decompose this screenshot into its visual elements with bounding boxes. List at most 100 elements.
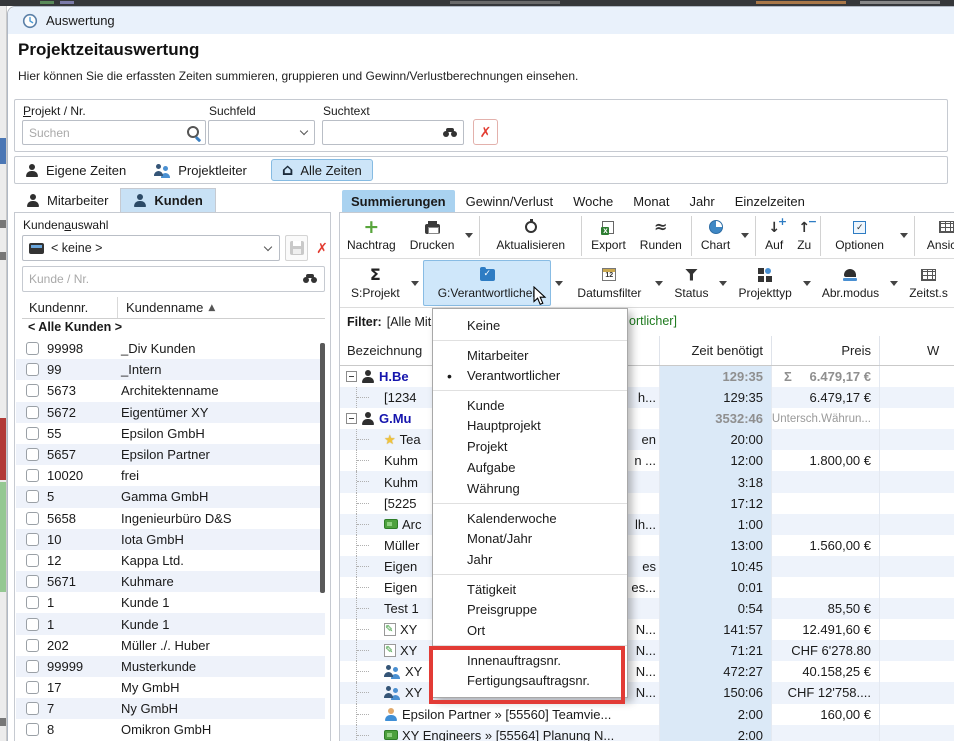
suchfeld-value[interactable] [209,126,300,140]
suchfeld-combobox[interactable] [208,120,315,145]
table-row[interactable]: Epsilon Partner » [55560] Teamvie... 2:0… [340,704,954,725]
customer-checkbox[interactable] [26,427,39,440]
tab-summierungen[interactable]: Summierungen [342,190,455,213]
customer-checkbox[interactable] [26,533,39,546]
customer-checkbox[interactable] [26,448,39,461]
customer-row[interactable]: 1 Kunde 1 [16,613,325,634]
export-button[interactable]: Export [584,215,633,257]
menu-item[interactable]: • Kunde [433,390,627,415]
scope-tab-projektleiter[interactable]: Projektleiter [154,163,247,178]
customer-row[interactable]: 5672 Eigentümer XY [16,402,325,423]
customer-checkbox[interactable] [26,681,39,694]
customer-row[interactable]: 5658 Ingenieurbüro D&S [16,508,325,529]
project-search-input[interactable] [23,126,186,140]
status-dropdown-arrow[interactable] [719,281,727,286]
projekttyp-button[interactable]: Projekttyp [731,262,798,304]
menu-item[interactable]: • Währung [433,478,627,499]
customer-row[interactable]: 8 Omikron GmbH [16,719,325,740]
projekttyp-dropdown-arrow[interactable] [803,281,811,286]
chart-dropdown-arrow[interactable] [741,233,749,238]
runden-button[interactable]: Runden [633,215,689,257]
optionen-button[interactable]: Optionen [823,215,896,257]
customer-row[interactable]: 10020 frei [16,465,325,486]
sum-projekt-dropdown-arrow[interactable] [411,281,419,286]
scope-tab-alle-zeiten[interactable]: Alle Zeiten [271,159,373,181]
customer-checkbox[interactable] [26,406,39,419]
optionen-dropdown-arrow[interactable] [900,233,908,238]
customer-checkbox[interactable] [26,618,39,631]
titlebar[interactable]: Auswertung [8,7,954,34]
customer-checkbox[interactable] [26,342,39,355]
customer-row[interactable]: 5657 Epsilon Partner [16,444,325,465]
customer-row[interactable]: 1 Kunde 1 [16,592,325,613]
customer-row[interactable]: 12 Kappa Ltd. [16,550,325,571]
column-w[interactable]: W [879,336,954,365]
save-selection-button[interactable] [285,235,308,261]
binoculars-icon[interactable] [443,128,458,138]
tab-monat[interactable]: Monat [624,190,678,213]
datumsfilter-button[interactable]: Datumsfilter [567,262,651,304]
menu-item[interactable]: • Keine [433,315,627,336]
customer-list-scrollbar[interactable] [320,343,325,593]
abrmodus-dropdown-arrow[interactable] [890,281,898,286]
chart-button[interactable]: Chart [694,215,737,257]
menu-item[interactable]: • Fertigungsauftragsnr. [433,670,627,691]
chevron-down-icon[interactable] [300,128,309,137]
tab-kunden[interactable]: Kunden [120,188,215,213]
customer-checkbox[interactable] [26,723,39,736]
customer-row[interactable]: 99998 _Div Kunden [16,338,325,359]
menu-item[interactable]: • Projekt [433,436,627,457]
menu-item[interactable]: • Jahr [433,549,627,570]
customer-checkbox[interactable] [26,384,39,397]
menu-item[interactable]: • Hauptprojekt [433,415,627,436]
customer-row[interactable]: 5673 Architektenname [16,380,325,401]
menu-item[interactable]: • Preisgruppe [433,599,627,620]
menu-item[interactable]: • Verantwortlicher [433,365,627,386]
drucken-dropdown-arrow[interactable] [465,233,473,238]
binoculars-icon[interactable] [303,274,318,284]
customer-row[interactable]: 5671 Kuhmare [16,571,325,592]
customer-checkbox[interactable] [26,639,39,652]
customer-row[interactable]: 99 _Intern [16,359,325,380]
column-kundenname[interactable]: Kundenname ▲ [118,300,215,315]
customer-checkbox[interactable] [26,660,39,673]
tab-mitarbeiter[interactable]: Mitarbeiter [14,189,120,213]
datumsfilter-dropdown-arrow[interactable] [655,281,663,286]
drucken-button[interactable]: Drucken [403,215,462,257]
nachtrag-button[interactable]: Nachtrag [340,215,403,257]
all-customers-row[interactable]: < Alle Kunden > [22,320,122,334]
menu-item[interactable]: • Aufgabe [433,457,627,478]
column-kundennr[interactable]: Kundennr. [22,297,118,318]
aktualisieren-button[interactable]: Aktualisieren [482,215,579,257]
customer-checkbox[interactable] [26,490,39,503]
customer-checkbox[interactable] [26,363,39,376]
auf-button[interactable]: Auf [758,215,790,257]
table-row[interactable]: XY Engineers » [55564] Planung N... 2:00 [340,725,954,741]
gruppierung-dropdown-arrow[interactable] [555,281,563,286]
customer-row[interactable]: 10 Iota GmbH [16,529,325,550]
tab-einzelzeiten[interactable]: Einzelzeiten [726,190,814,213]
suchtext-input[interactable] [323,126,443,140]
customer-checkbox[interactable] [26,554,39,567]
customer-checkbox[interactable] [26,512,39,525]
customer-row[interactable]: 99999 Musterkunde [16,656,325,677]
sum-projekt-button[interactable]: S:Projekt [344,262,407,304]
tab-woche[interactable]: Woche [564,190,622,213]
scope-tab-eigene-zeiten[interactable]: Eigene Zeiten [25,163,126,178]
column-preis[interactable]: Preis [771,336,879,365]
menu-item[interactable]: • Kalenderwoche [433,503,627,528]
customer-checkbox[interactable] [26,596,39,609]
abrmodus-button[interactable]: Abr.modus [815,262,886,304]
zeitstempel-button[interactable]: Zeitst.s [902,262,954,304]
menu-item[interactable]: • Innenauftragsnr. [433,645,627,670]
clear-selection-button[interactable] [312,235,331,261]
tab-jahr[interactable]: Jahr [680,190,723,213]
customer-row[interactable]: 202 Müller ./. Huber [16,635,325,656]
customer-row[interactable]: 7 Ny GmbH [16,698,325,719]
customer-checkbox[interactable] [26,702,39,715]
collapse-expander-icon[interactable] [346,413,357,424]
column-zeit-benoetigt[interactable]: Zeit benötigt [659,336,771,365]
clear-search-button[interactable] [473,119,498,145]
customer-row[interactable]: 55 Epsilon GmbH [16,423,325,444]
customer-filter-input[interactable] [23,272,303,286]
